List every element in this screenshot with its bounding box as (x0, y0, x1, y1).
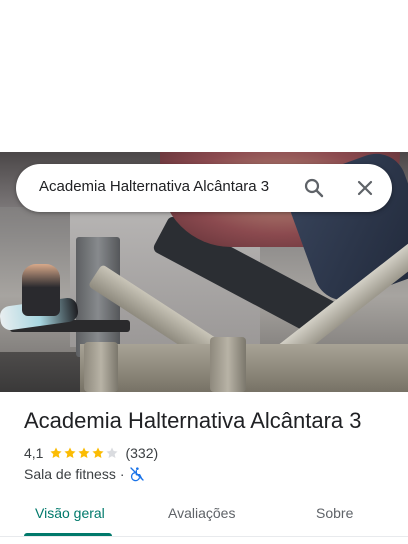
search-input[interactable]: Academia Halternativa Alcântara 3 (39, 178, 269, 195)
star-icon (64, 447, 77, 459)
photo-post-right (210, 337, 246, 392)
star-rating (49, 446, 119, 460)
photo-person (22, 264, 60, 316)
star-icon (50, 447, 63, 459)
star-icon (78, 447, 91, 459)
search-bar[interactable]: Academia Halternativa Alcântara 3 (16, 164, 392, 212)
rating-value: 4,1 (24, 445, 44, 461)
blank-header-area (0, 0, 408, 152)
search-icon[interactable] (302, 176, 326, 200)
star-icon (92, 447, 105, 459)
star-empty-icon (106, 447, 119, 459)
tab-about[interactable]: Sobre (316, 505, 353, 521)
photo-post-left (84, 342, 118, 392)
tab-reviews[interactable]: Avaliações (168, 505, 235, 521)
tab-overview[interactable]: Visão geral (35, 505, 105, 521)
place-category: Sala de fitness (24, 466, 116, 482)
category-row: Sala de fitness · (24, 465, 145, 483)
rating-row[interactable]: 4,1 (332) (24, 444, 158, 462)
review-count[interactable]: (332) (125, 445, 158, 461)
place-title: Academia Halternativa Alcântara 3 (24, 408, 362, 433)
wheelchair-not-accessible-icon[interactable] (129, 466, 145, 482)
close-icon[interactable] (353, 176, 377, 200)
place-tabs: Visão geral Avaliações Sobre (0, 496, 408, 544)
separator-dot: · (119, 466, 125, 482)
tabs-divider (0, 536, 408, 537)
